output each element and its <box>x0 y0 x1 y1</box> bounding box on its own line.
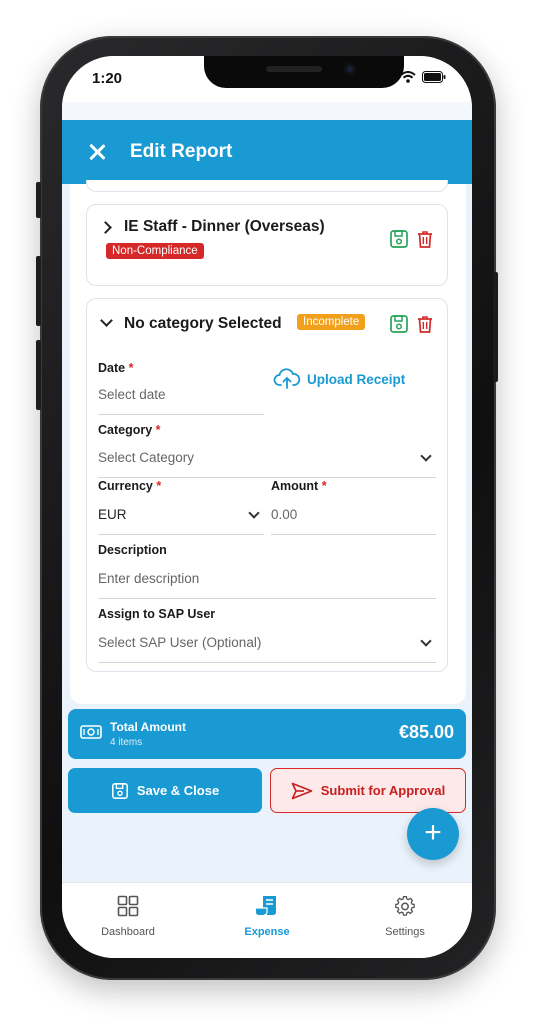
non-compliance-badge: Non-Compliance <box>106 243 204 259</box>
chevron-right-icon[interactable] <box>99 221 112 234</box>
expense-item-title: No category Selected <box>124 315 282 332</box>
nav-dashboard[interactable]: Dashboard <box>83 895 173 938</box>
category-placeholder: Select Category <box>98 450 195 465</box>
expense-item-title: IE Staff - Dinner (Overseas) <box>124 218 325 235</box>
phone-screen: 1:20 Edit Report IE Staff - Dinner (Over… <box>62 56 472 958</box>
chevron-down-icon <box>420 450 432 462</box>
receipt-icon <box>256 896 276 916</box>
sap-user-label: Assign to SAP User <box>98 607 216 621</box>
volume-up-button <box>36 256 41 326</box>
expense-item-card-expanded: No category Selected Incomplete Date * S… <box>86 298 448 672</box>
total-amount-bar: Total Amount 4 items €85.00 <box>68 709 466 759</box>
mute-switch <box>36 182 41 218</box>
amount-field[interactable]: 0.00 <box>271 507 436 535</box>
upload-receipt-label: Upload Receipt <box>307 371 406 387</box>
report-content: IE Staff - Dinner (Overseas) Non-Complia… <box>70 180 466 704</box>
gear-icon <box>395 896 415 916</box>
total-amount-label: Total Amount <box>110 720 186 734</box>
upload-receipt-button[interactable]: Upload Receipt <box>273 367 405 391</box>
chevron-down-icon <box>248 507 260 519</box>
volume-down-button <box>36 340 41 410</box>
item-count: 4 items <box>110 737 143 748</box>
incomplete-badge: Incomplete <box>297 314 366 330</box>
add-expense-fab[interactable]: + <box>407 808 459 860</box>
cloud-upload-icon <box>273 368 301 389</box>
currency-value: EUR <box>98 507 127 522</box>
power-button <box>493 272 498 382</box>
money-icon <box>80 725 102 739</box>
chevron-down-icon <box>420 635 432 647</box>
notch <box>204 56 404 88</box>
currency-label: Currency * <box>98 479 162 493</box>
previous-item-card <box>86 180 448 192</box>
nav-expense[interactable]: Expense <box>222 895 312 938</box>
expense-item-card[interactable]: IE Staff - Dinner (Overseas) Non-Complia… <box>86 204 448 286</box>
save-close-button[interactable]: Save & Close <box>68 768 262 813</box>
description-label: Description <box>98 543 167 557</box>
send-icon <box>291 782 313 799</box>
submit-approval-label: Submit for Approval <box>320 783 446 798</box>
app-bar: Edit Report <box>62 120 472 184</box>
category-label: Category * <box>98 423 161 437</box>
currency-select[interactable]: EUR <box>98 507 264 535</box>
save-icon[interactable] <box>389 314 409 334</box>
bottom-nav: Dashboard Expense Settings <box>62 882 472 958</box>
save-icon[interactable] <box>389 229 409 249</box>
battery-icon <box>422 71 446 83</box>
close-icon[interactable] <box>88 143 106 161</box>
submit-approval-button[interactable]: Submit for Approval <box>270 768 466 813</box>
description-field[interactable]: Enter description <box>98 571 436 599</box>
trash-icon[interactable] <box>415 229 435 249</box>
status-time: 1:20 <box>92 70 123 87</box>
nav-settings[interactable]: Settings <box>360 895 450 938</box>
page-title: Edit Report <box>130 141 233 162</box>
amount-label: Amount * <box>271 479 327 493</box>
save-close-label: Save & Close <box>136 783 220 798</box>
nav-settings-label: Settings <box>385 926 425 938</box>
total-amount-value: €85.00 <box>398 722 454 742</box>
date-field[interactable]: Select date <box>98 387 264 415</box>
sap-user-placeholder: Select SAP User (Optional) <box>98 635 262 650</box>
status-spacer <box>62 102 472 120</box>
trash-icon[interactable] <box>415 314 435 334</box>
nav-expense-label: Expense <box>244 926 290 938</box>
grid-icon <box>117 895 139 917</box>
nav-dashboard-label: Dashboard <box>101 926 155 938</box>
category-select[interactable]: Select Category <box>98 450 436 478</box>
chevron-down-icon[interactable] <box>100 314 113 327</box>
save-icon <box>111 782 128 799</box>
date-label: Date * <box>98 361 134 375</box>
sap-user-select[interactable]: Select SAP User (Optional) <box>98 635 436 663</box>
